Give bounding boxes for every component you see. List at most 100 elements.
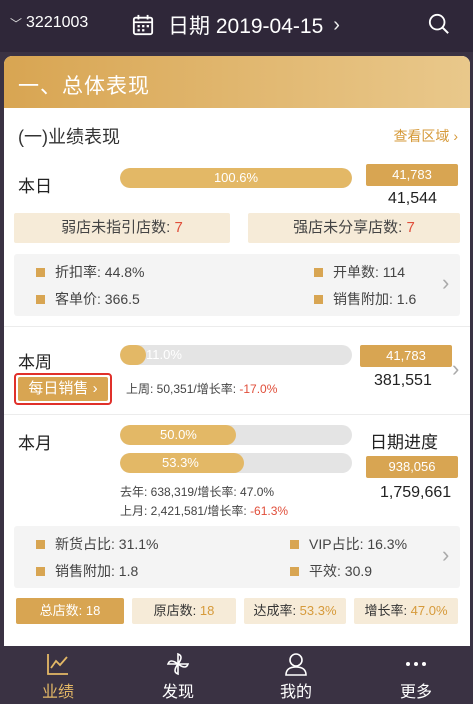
metric-sales-addon: 销售附加: 1.8: [36, 561, 138, 581]
section-title: 一、总体表现: [4, 56, 470, 108]
last-year-info: 去年: 638,319/增长率: 47.0%: [120, 485, 275, 499]
metric-label: 折扣率: 44.8%: [55, 264, 145, 280]
bullet-square-icon: [314, 294, 323, 304]
metric-floor-efficiency: 平效: 30.9: [290, 561, 372, 581]
metric-label: 平效: 30.9: [309, 563, 373, 579]
metric-label: 销售附加: 1.8: [55, 563, 139, 579]
today-progress-text: 100.6%: [213, 170, 259, 185]
metric-label: 客单价: 366.5: [55, 291, 140, 307]
bullet-square-icon: [314, 267, 323, 277]
nav-performance[interactable]: 业绩: [18, 646, 98, 704]
metric-label: 销售附加: 1.6: [333, 291, 417, 307]
chevron-down-icon: ﹀: [10, 16, 23, 31]
date-progress-label: 日期进度: [370, 433, 438, 452]
strong-store-value: 7: [406, 219, 415, 236]
week-progress-bar: 11.0%: [120, 345, 352, 365]
nav-label: 我的: [279, 684, 312, 701]
chevron-right-icon[interactable]: ›: [452, 356, 459, 382]
last-week-prefix: 上周: 50,351/增长率:: [126, 382, 240, 396]
month-target: 938,056: [366, 456, 458, 478]
daily-sales-button[interactable]: 每日销售 ›: [14, 373, 112, 405]
calendar-icon: [132, 14, 154, 36]
month-actual: 1,759,661: [380, 484, 452, 501]
week-target: 41,783: [360, 345, 452, 367]
today-target: 41,783: [366, 164, 458, 186]
weak-store-label: 弱店未指引店数:: [61, 219, 175, 236]
top-bar: ﹀ 3221003 日期 2019-04-15 ›: [0, 0, 473, 52]
weak-store-value: 7: [174, 219, 183, 236]
daily-sales-label: 每日销售: [28, 380, 89, 397]
bullet-square-icon: [290, 566, 299, 576]
metric-discount-rate: 折扣率: 44.8%: [36, 262, 144, 282]
stat-label: 原店数:: [153, 603, 200, 618]
bottom-nav: 业绩 发现 我的 更多: [0, 646, 473, 704]
month-progress-bar-2: 53.3%: [120, 453, 352, 473]
last-week-growth: -17.0%: [239, 382, 278, 396]
divider: [4, 326, 470, 327]
metric-label: VIP占比: 16.3%: [309, 536, 408, 552]
metric-new-goods-ratio: 新货占比: 31.1%: [36, 534, 158, 554]
metric-label: 开单数: 114: [333, 264, 406, 280]
metric-sales-addon: 销售附加: 1.6: [314, 289, 416, 309]
view-region-label: 查看区域: [393, 128, 450, 144]
month-progress-bar-1: 50.0%: [120, 425, 352, 445]
metric-vip-ratio: VIP占比: 16.3%: [290, 534, 407, 554]
chevron-right-icon: ›: [442, 270, 450, 295]
last-month-info: 上月: 2,421,581/增长率: -61.3%: [120, 502, 288, 519]
week-progress-fill: [120, 345, 146, 365]
stat-value: 18: [85, 603, 101, 618]
today-label: 本日: [18, 177, 52, 196]
bullet-square-icon: [36, 539, 45, 549]
stat-value: 47.0%: [410, 603, 448, 618]
nav-label: 更多: [399, 684, 432, 701]
month-label: 本月: [18, 434, 52, 453]
pinwheel-icon: [166, 652, 190, 676]
date-picker[interactable]: 日期 2019-04-15 ›: [132, 10, 340, 40]
bullet-square-icon: [36, 267, 45, 277]
today-actual: 41,544: [388, 190, 437, 207]
stat-label: 达成率:: [253, 603, 300, 618]
bullet-square-icon: [290, 539, 299, 549]
nav-discover[interactable]: 发现: [138, 646, 218, 704]
last-month-prefix: 上月: 2,421,581/增长率:: [120, 504, 251, 518]
daily-sales-button-inner: 每日销售 ›: [18, 377, 108, 401]
stat-original-stores: 原店数: 18: [132, 598, 236, 624]
chevron-right-icon: ›: [333, 13, 340, 36]
nav-more[interactable]: 更多: [376, 646, 456, 704]
week-progress-text: 11.0%: [146, 347, 182, 362]
strong-store-count: 强店未分享店数: 7: [248, 213, 460, 243]
stat-total-stores: 总店数: 18: [16, 598, 124, 624]
performance-title: (一)业绩表现: [18, 127, 120, 147]
divider: [4, 414, 470, 415]
view-region-link[interactable]: 查看区域 ›: [393, 126, 458, 146]
stat-growth-rate: 增长率: 47.0%: [354, 598, 458, 624]
today-metrics-panel[interactable]: 折扣率: 44.8% 开单数: 114 客单价: 366.5 销售附加: 1.6…: [14, 254, 460, 316]
stat-label: 总店数:: [39, 603, 86, 618]
stat-achievement-rate: 达成率: 53.3%: [244, 598, 346, 624]
nav-mine[interactable]: 我的: [256, 646, 336, 704]
month-metrics-panel[interactable]: 新货占比: 31.1% VIP占比: 16.3% 销售附加: 1.8 平效: 3…: [14, 526, 460, 588]
date-label: 日期 2019-04-15: [168, 15, 324, 38]
chevron-right-icon: ›: [442, 542, 450, 567]
month-progress-text-1: 50.0%: [160, 427, 197, 442]
week-label: 本周: [18, 353, 52, 372]
last-week-info: 上周: 50,351/增长率: -17.0%: [126, 380, 277, 397]
store-id: 3221003: [26, 14, 89, 31]
store-selector[interactable]: ﹀ 3221003: [10, 14, 88, 32]
bullet-square-icon: [36, 566, 45, 576]
nav-label: 业绩: [41, 684, 74, 701]
strong-store-label: 强店未分享店数:: [293, 219, 407, 236]
stat-value: 18: [199, 603, 215, 618]
metric-avg-price: 客单价: 366.5: [36, 289, 140, 309]
search-icon[interactable]: [428, 13, 450, 35]
chart-line-icon: [47, 654, 68, 675]
nav-label: 发现: [161, 684, 194, 701]
stat-value: 53.3%: [299, 603, 337, 618]
week-actual: 381,551: [374, 372, 432, 389]
more-dots-icon: [406, 662, 426, 666]
today-progress-bar: 100.6%: [120, 168, 352, 188]
metric-label: 新货占比: 31.1%: [55, 536, 159, 552]
month-progress-text-2: 53.3%: [162, 455, 199, 470]
metric-order-count: 开单数: 114: [314, 262, 405, 282]
stat-label: 增长率:: [364, 603, 411, 618]
